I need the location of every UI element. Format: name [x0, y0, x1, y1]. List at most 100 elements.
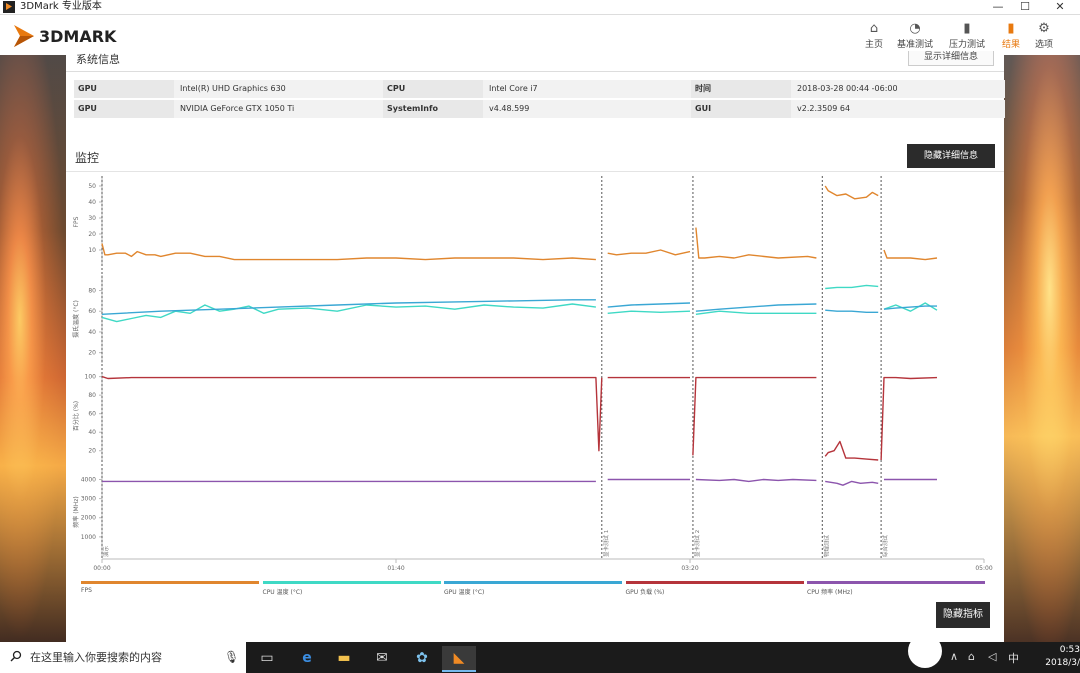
- divider: [66, 71, 1004, 72]
- file-explorer-icon[interactable]: ▬: [327, 646, 361, 670]
- segment-marker-label: 显卡测试 1: [602, 530, 610, 557]
- wallpaper-left: [0, 55, 66, 642]
- sysinfo-key: CPU: [383, 80, 483, 98]
- series-line: [695, 478, 817, 483]
- gauge-icon: ◔: [909, 21, 921, 36]
- legend-label: CPU 频率 (MHz): [807, 589, 853, 596]
- segment-marker-label: 物理测试: [822, 534, 830, 557]
- y-tick-label: 10: [88, 247, 96, 254]
- home-icon: ⌂: [869, 21, 879, 36]
- results-panel: 系统信息 显示详细信息 GPU Intel(R) UHD Graphics 630…: [66, 51, 1005, 642]
- app-pinned-icon[interactable]: ✿: [405, 646, 439, 670]
- monitoring-chart-area: 10 20 30 40 50 FPS 20 40 60 80 摄氏温度 (°C) 20 40 60 80 10…: [66, 171, 1004, 632]
- y-tick-label: 30: [88, 215, 96, 222]
- maximize-button[interactable]: ☐: [1010, 0, 1040, 14]
- legend-swatch[interactable]: [81, 581, 259, 584]
- y-tick-label: 20: [88, 231, 96, 238]
- tray-clock[interactable]: 0:53 2018/3/: [1040, 644, 1080, 670]
- legend-label: FPS: [81, 587, 92, 594]
- legend-swatch[interactable]: [807, 581, 985, 584]
- monitor-title: 监控: [75, 151, 100, 165]
- y-tick-label: 3000: [81, 496, 96, 503]
- tray-ime-icon[interactable]: 中: [1008, 650, 1019, 666]
- x-tick-label: 05:00: [975, 565, 992, 572]
- wallpaper-right: [1004, 55, 1080, 642]
- series-line: [825, 480, 879, 486]
- nav-label: 主页: [864, 40, 883, 50]
- legend-label: GPU 温度 (°C): [444, 589, 485, 596]
- sysinfo-key: GPU: [74, 100, 174, 118]
- task-view-icon[interactable]: ▭: [250, 646, 284, 670]
- y-axis-label: 摄氏温度 (°C): [72, 300, 80, 338]
- search-icon: [10, 650, 22, 662]
- y-tick-label: 40: [88, 329, 96, 336]
- sysinfo-key: SystemInfo: [383, 100, 483, 118]
- app-icon: [3, 1, 15, 13]
- sysinfo-key: GPU: [74, 80, 174, 98]
- series-line: [607, 249, 691, 256]
- taskbar-search[interactable]: 在这里输入你要搜索的内容 🎙: [0, 642, 246, 673]
- series-line: [695, 303, 817, 312]
- y-tick-label: 60: [88, 308, 96, 315]
- sysinfo-value: 2018-03-28 00:44 -06:00: [791, 80, 1005, 98]
- y-axis-label: 百分比 (%): [72, 401, 80, 431]
- nav-label: 基准测试: [896, 40, 933, 50]
- close-button[interactable]: ✕: [1045, 0, 1075, 14]
- y-tick-label: 80: [88, 392, 96, 399]
- window-title: 3DMark 专业版本: [20, 1, 102, 12]
- legend-swatch[interactable]: [625, 581, 804, 584]
- window-titlebar: 3DMark 专业版本 — ☐ ✕: [0, 0, 1080, 15]
- 3dmark-taskbar-icon[interactable]: ◣: [442, 646, 476, 672]
- segment-marker-label: 显卡测试 2: [693, 530, 701, 557]
- sysinfo-value: v2.2.3509 64: [791, 100, 1005, 118]
- series-line: [825, 284, 879, 290]
- search-placeholder: 在这里输入你要搜索的内容: [30, 651, 162, 664]
- mail-icon[interactable]: ✉: [365, 646, 399, 670]
- series-line: [824, 185, 879, 200]
- app-header: 3DMARK ⌂ 主页 ◔ 基准测试 ▮ 压力测试 ▮ 结果 ⚙ 选项: [0, 15, 1080, 55]
- tray-logo-icon: [908, 634, 942, 668]
- tray-arrow-icon[interactable]: ∧: [950, 650, 958, 663]
- bars-icon: ▮: [963, 21, 971, 36]
- nav-bars[interactable]: ▮ 压力测试: [945, 21, 989, 50]
- sysinfo-value: NVIDIA GeForce GTX 1050 Ti: [174, 100, 388, 118]
- nav-gauge[interactable]: ◔ 基准测试: [893, 21, 937, 50]
- show-details-button[interactable]: 显示详细信息: [908, 51, 994, 66]
- series-line: [824, 440, 879, 461]
- hide-details-button[interactable]: 隐藏详细信息: [907, 144, 995, 168]
- x-tick-label: 03:20: [681, 565, 698, 572]
- nav-label: 选项: [1034, 40, 1053, 50]
- nav-gear[interactable]: ⚙ 选项: [1022, 21, 1066, 50]
- series-line: [883, 249, 938, 261]
- series-line: [607, 302, 691, 308]
- hide-metrics-button[interactable]: 隐藏指标: [936, 602, 990, 628]
- sysinfo-value: v4.48.599: [483, 100, 697, 118]
- sysinfo-value: Intel Core i7: [483, 80, 697, 98]
- tray-volume-icon[interactable]: ◁: [988, 650, 996, 663]
- series-line: [880, 376, 938, 461]
- tray-network-icon[interactable]: ⌂: [968, 650, 975, 663]
- 3dmark-logo: 3DMARK: [14, 25, 117, 47]
- taskbar: 在这里输入你要搜索的内容 🎙 ▭ e ▬ ✉ ✿ ◣ ∧ ⌂ ◁ 中 0:53 …: [0, 634, 1080, 673]
- y-axis-label: FPS: [73, 216, 80, 227]
- y-tick-label: 60: [88, 411, 96, 418]
- brand-name: 3DMARK: [39, 27, 117, 46]
- series-line: [695, 310, 817, 315]
- nav-home[interactable]: ⌂ 主页: [852, 21, 896, 50]
- y-tick-label: 20: [88, 448, 96, 455]
- sysinfo-key: GUI: [691, 100, 791, 118]
- legend-label: CPU 温度 (°C): [262, 589, 303, 596]
- edge-browser-icon[interactable]: e: [290, 646, 324, 670]
- series-line: [692, 376, 817, 456]
- system-info-title: 系统信息: [76, 53, 120, 66]
- series-line: [695, 227, 817, 259]
- minimize-button[interactable]: —: [983, 0, 1013, 14]
- sysinfo-key: 时间: [691, 80, 791, 98]
- legend-swatch[interactable]: [262, 581, 441, 584]
- y-tick-label: 20: [88, 350, 96, 357]
- nav-label: 压力测试: [948, 40, 985, 50]
- y-tick-label: 40: [88, 199, 96, 206]
- microphone-icon[interactable]: 🎙: [224, 650, 239, 664]
- legend-swatch[interactable]: [444, 581, 622, 584]
- series-line: [101, 303, 596, 323]
